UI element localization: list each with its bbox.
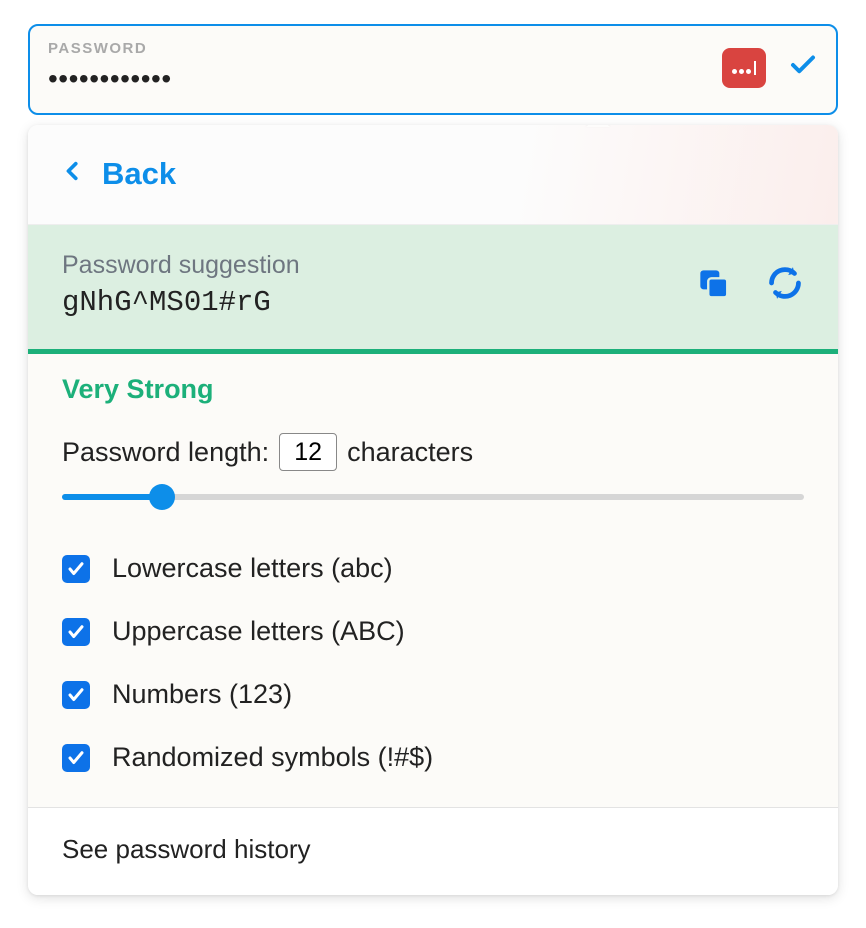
popover-caret: [586, 125, 610, 127]
slider-fill: [62, 494, 162, 500]
strength-label: Very Strong: [62, 374, 804, 405]
length-prefix: Password length:: [62, 437, 269, 468]
checkbox-icon[interactable]: [62, 744, 90, 772]
generator-panel: Back Password suggestion gNhG^MS01#rG Ve…: [28, 125, 838, 895]
checkbox-icon[interactable]: [62, 555, 90, 583]
option-numbers[interactable]: Numbers (123): [62, 663, 804, 726]
option-label: Numbers (123): [112, 679, 292, 710]
password-field-label: PASSWORD: [48, 40, 172, 57]
option-lowercase[interactable]: Lowercase letters (abc): [62, 537, 804, 600]
back-label: Back: [102, 156, 176, 192]
suggestion-value: gNhG^MS01#rG: [62, 286, 300, 319]
checkbox-icon[interactable]: [62, 618, 90, 646]
length-slider[interactable]: [62, 485, 804, 509]
slider-thumb[interactable]: [149, 484, 175, 510]
checkbox-icon[interactable]: [62, 681, 90, 709]
option-label: Lowercase letters (abc): [112, 553, 393, 584]
option-uppercase[interactable]: Uppercase letters (ABC): [62, 600, 804, 663]
password-manager-icon[interactable]: [722, 48, 766, 88]
confirm-check-icon[interactable]: [788, 50, 818, 85]
option-label: Randomized symbols (!#$): [112, 742, 433, 773]
option-symbols[interactable]: Randomized symbols (!#$): [62, 726, 804, 789]
see-password-history[interactable]: See password history: [28, 808, 838, 895]
password-field-value[interactable]: ••••••••••••: [48, 63, 172, 95]
option-label: Uppercase letters (ABC): [112, 616, 405, 647]
chevron-left-icon: [62, 155, 84, 192]
length-suffix: characters: [347, 437, 473, 468]
refresh-icon[interactable]: [766, 264, 804, 307]
copy-icon[interactable]: [694, 264, 732, 307]
password-field-container: PASSWORD ••••••••••••: [28, 24, 838, 115]
back-button[interactable]: Back: [28, 125, 838, 225]
suggestion-label: Password suggestion: [62, 251, 300, 280]
length-input[interactable]: [279, 433, 337, 471]
